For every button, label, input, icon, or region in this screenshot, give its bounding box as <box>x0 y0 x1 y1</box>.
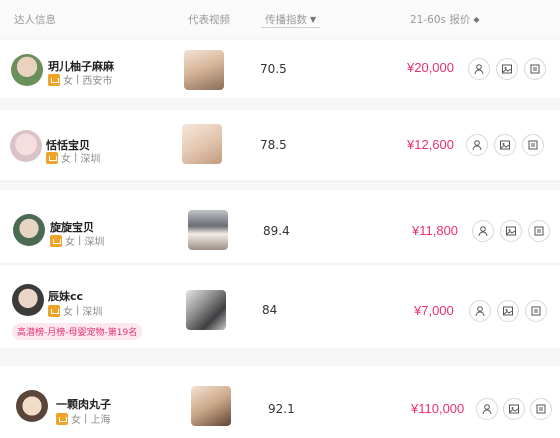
card-icon-button[interactable] <box>528 220 550 242</box>
spread-index-value: 89.4 <box>263 224 290 238</box>
influencer-name[interactable]: 一颗肉丸子 <box>56 396 111 412</box>
price-value: ¥11,800 <box>412 223 459 238</box>
video-thumbnail[interactable] <box>191 386 231 426</box>
sort-underline <box>261 27 321 28</box>
image-icon <box>509 404 519 414</box>
card-icon-button[interactable] <box>524 58 546 80</box>
avatar[interactable] <box>11 54 43 86</box>
col-spread-index: 传播指数 <box>265 14 307 26</box>
influencer-meta: 女 | 深圳 <box>50 233 104 248</box>
col-video: 代表视频 <box>188 14 230 26</box>
separator: | <box>74 152 78 163</box>
gender: 女 <box>61 154 71 165</box>
table-row[interactable]: 一颗肉丸子 女 | 上海 92.1 ¥110,000 <box>0 366 560 438</box>
sort-icon: ◆ <box>473 15 480 24</box>
spread-index-value: 84 <box>262 303 278 317</box>
image-icon <box>502 64 512 74</box>
video-thumbnail[interactable] <box>184 50 224 90</box>
city: 深圳 <box>80 154 101 165</box>
price-value: ¥12,600 <box>407 137 454 152</box>
gender: 女 <box>63 76 73 87</box>
user-icon-button[interactable] <box>472 220 494 242</box>
divider <box>0 181 560 182</box>
crown-icon <box>46 151 58 164</box>
user-icon-button[interactable] <box>468 58 490 80</box>
influencer-meta: 女 | 深圳 <box>48 303 102 318</box>
crown-icon <box>48 304 60 317</box>
image-icon <box>506 226 516 236</box>
crown-icon <box>48 73 60 86</box>
caret-down-icon: ▼ <box>310 15 317 24</box>
video-thumbnail[interactable] <box>186 290 226 330</box>
card-icon <box>528 140 538 150</box>
col-influencer-info: 达人信息 <box>14 14 56 26</box>
image-icon-button[interactable] <box>500 220 522 242</box>
table-row[interactable]: 辰妹cc 女 | 深圳 高潜榜-月榜-母婴宠物-第19名 84 ¥7,000 <box>0 266 560 348</box>
user-icon <box>474 64 484 75</box>
influencer-meta: 女 | 西安市 <box>48 72 112 87</box>
user-icon <box>475 306 485 317</box>
gender: 女 <box>65 237 75 248</box>
image-icon-button[interactable] <box>503 398 525 420</box>
avatar[interactable] <box>12 284 44 316</box>
col-spread-index-sort[interactable]: 传播指数 ▼ <box>261 12 321 28</box>
city: 西安市 <box>82 76 113 87</box>
table-header: 达人信息 代表视频 传播指数 ▼ 21-60s 报价 ◆ <box>0 0 560 38</box>
influencer-meta: 女 | 深圳 <box>46 150 100 165</box>
card-icon-button[interactable] <box>525 300 547 322</box>
user-icon <box>472 140 482 151</box>
card-icon <box>534 226 544 236</box>
image-icon <box>503 306 513 316</box>
table-row[interactable]: 玥儿柚子麻麻 女 | 西安市 70.5 ¥20,000 <box>0 40 560 98</box>
table-row[interactable]: 恬恬宝贝 女 | 深圳 78.5 ¥12,600 <box>0 110 560 180</box>
gender: 女 <box>71 415 81 426</box>
avatar[interactable] <box>16 390 48 422</box>
col-price-sort[interactable]: 21-60s 报价 ◆ <box>410 12 479 27</box>
crown-icon <box>56 412 68 425</box>
separator: | <box>76 74 80 85</box>
image-icon-button[interactable] <box>496 58 518 80</box>
spread-index-value: 78.5 <box>260 138 287 152</box>
video-thumbnail[interactable] <box>188 210 228 250</box>
ranking-badge[interactable]: 高潜榜-月榜-母婴宠物-第19名 <box>12 323 143 340</box>
user-icon <box>482 404 492 415</box>
video-thumbnail[interactable] <box>182 124 222 164</box>
user-icon-button[interactable] <box>469 300 491 322</box>
separator: | <box>78 235 82 246</box>
crown-icon <box>50 234 62 247</box>
card-icon-button[interactable] <box>530 398 552 420</box>
influencer-meta: 女 | 上海 <box>56 411 110 426</box>
influencer-name[interactable]: 辰妹cc <box>48 288 83 304</box>
card-icon <box>530 64 540 74</box>
user-icon-button[interactable] <box>466 134 488 156</box>
table-row[interactable]: 旋旋宝贝 女 | 深圳 89.4 ¥11,800 <box>0 190 560 262</box>
image-icon-button[interactable] <box>497 300 519 322</box>
card-icon-button[interactable] <box>522 134 544 156</box>
city: 上海 <box>90 415 111 426</box>
separator: | <box>76 305 80 316</box>
image-icon <box>500 140 510 150</box>
city: 深圳 <box>84 237 105 248</box>
user-icon-button[interactable] <box>476 398 498 420</box>
card-icon <box>536 404 546 414</box>
price-value: ¥110,000 <box>411 401 465 416</box>
spread-index-value: 70.5 <box>260 62 287 76</box>
price-value: ¥20,000 <box>407 60 454 75</box>
avatar[interactable] <box>10 130 42 162</box>
spread-index-value: 92.1 <box>268 402 295 416</box>
avatar[interactable] <box>13 214 45 246</box>
gender: 女 <box>63 307 73 318</box>
separator: | <box>84 413 88 424</box>
image-icon-button[interactable] <box>494 134 516 156</box>
city: 深圳 <box>82 307 103 318</box>
col-price: 21-60s 报价 <box>410 14 471 26</box>
card-icon <box>531 306 541 316</box>
price-value: ¥7,000 <box>414 303 454 318</box>
user-icon <box>478 226 488 237</box>
